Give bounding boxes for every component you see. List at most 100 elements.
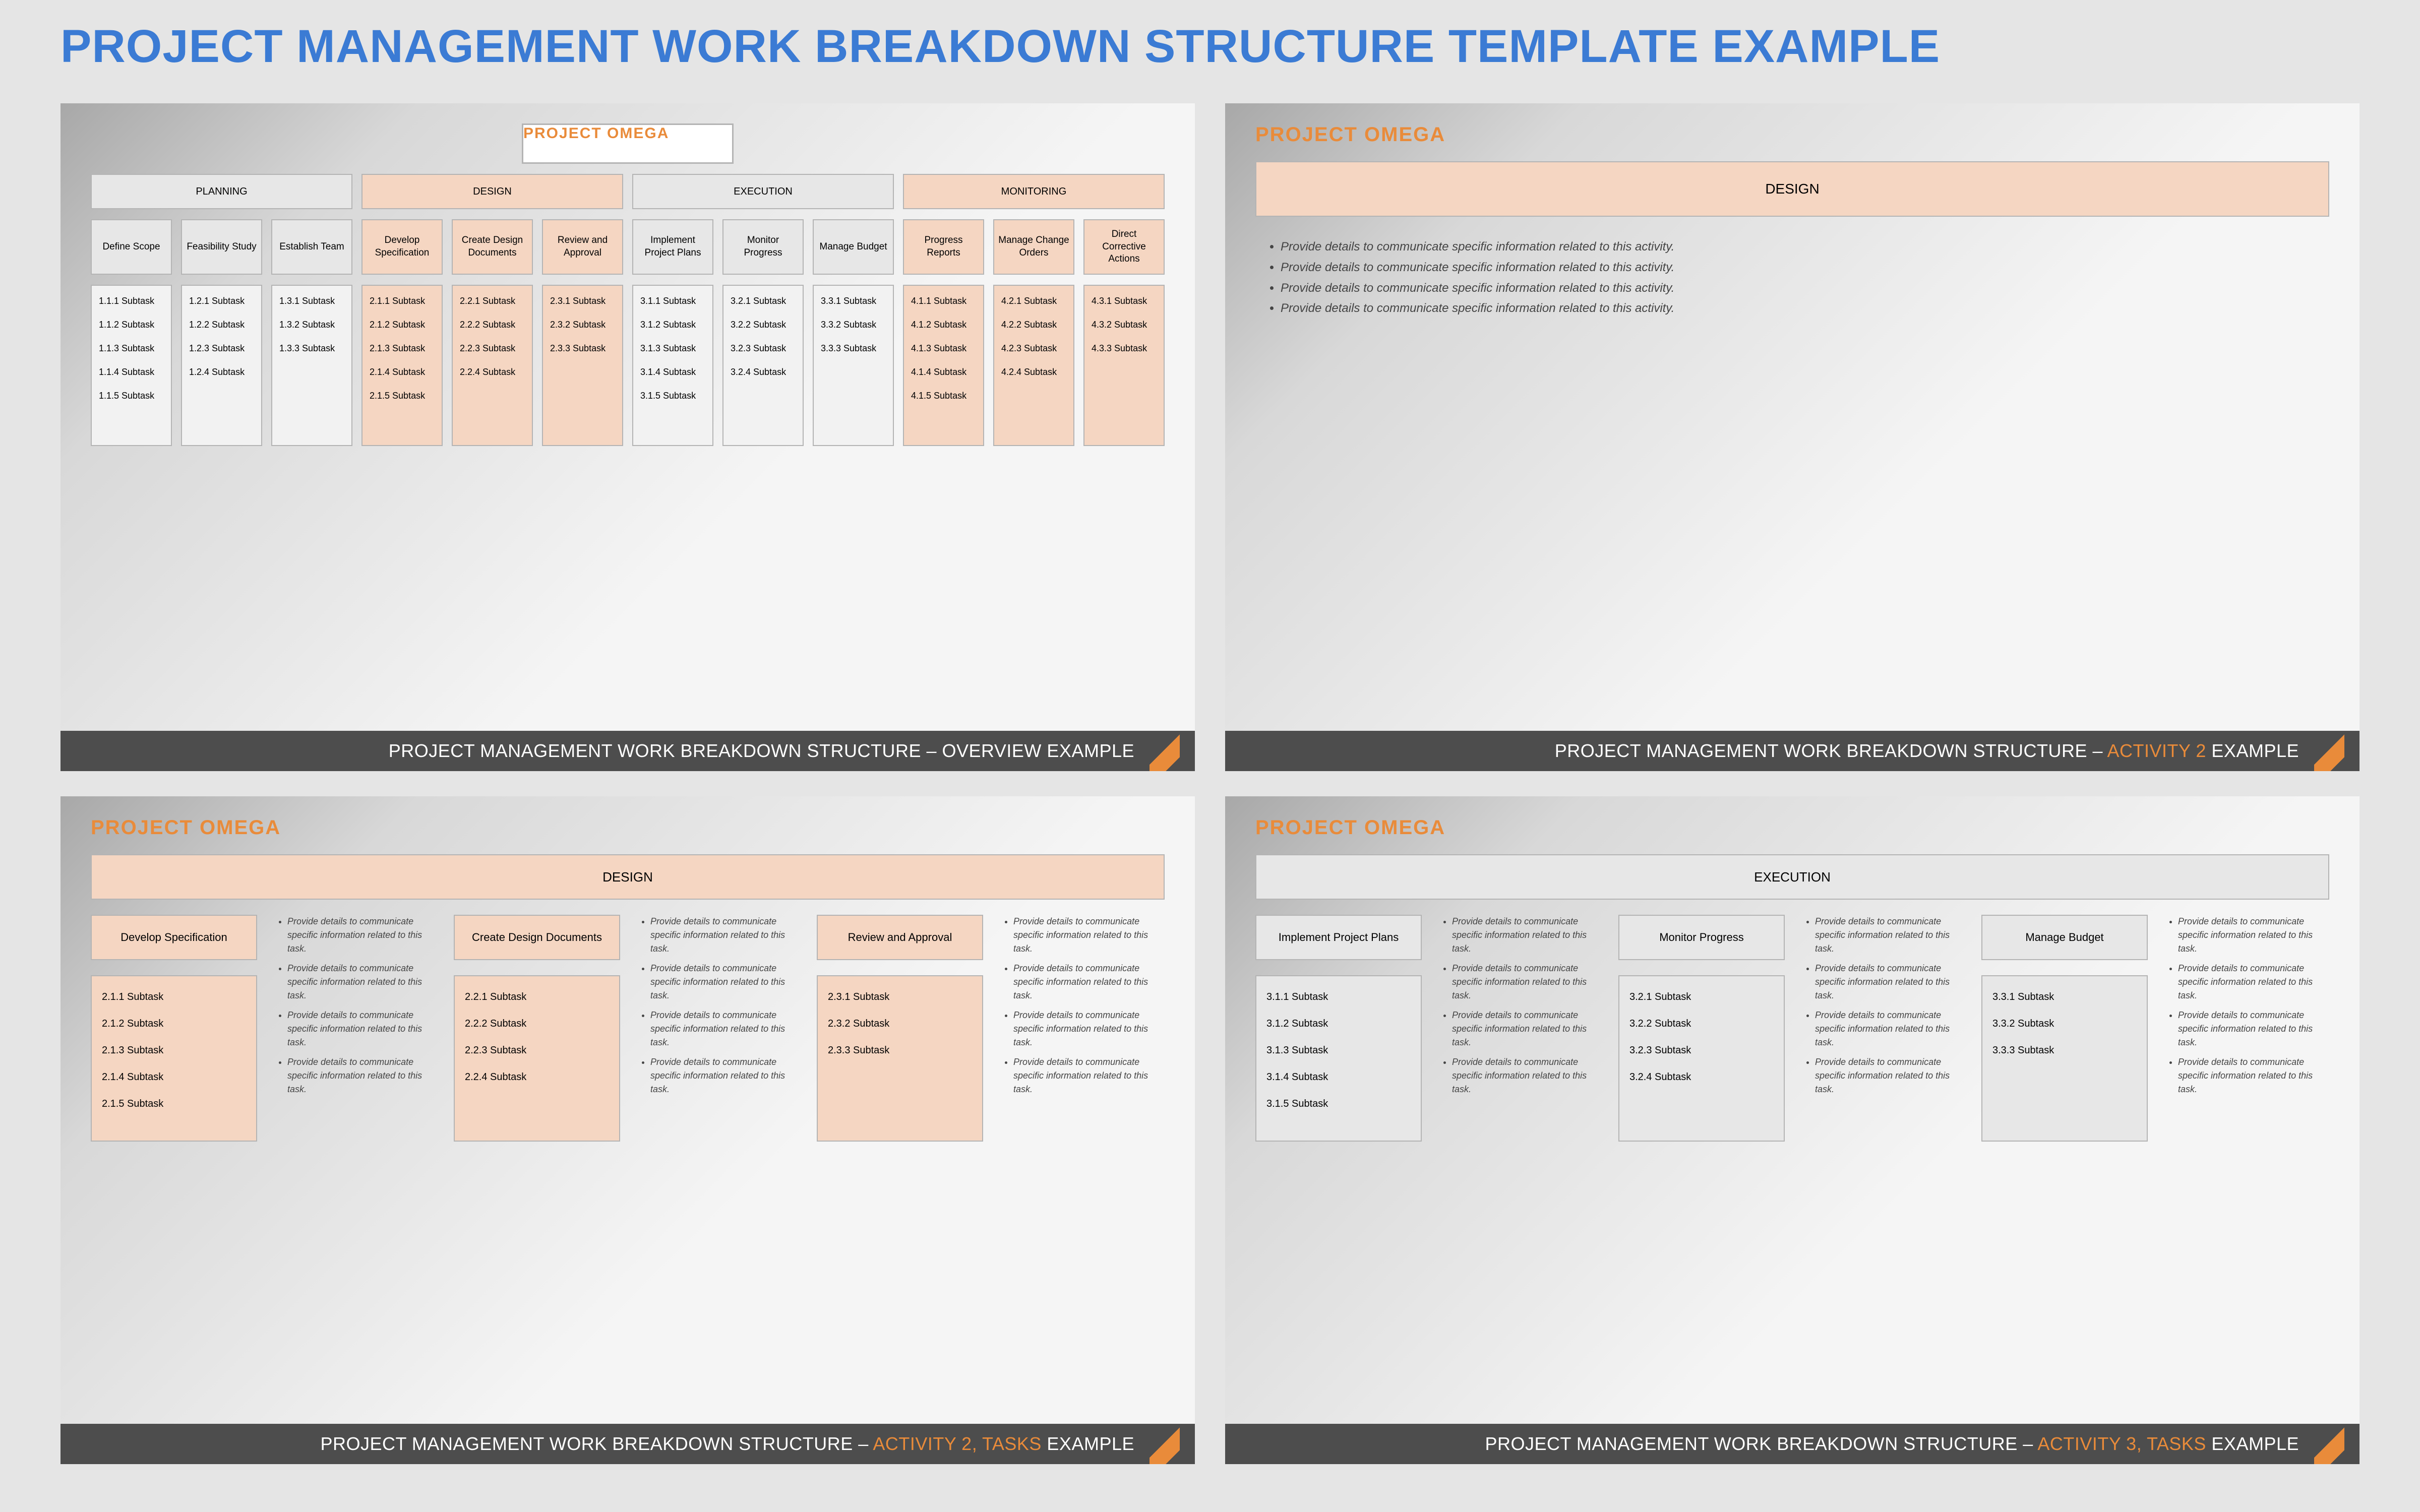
subtask-item: 2.2.2 Subtask: [457, 320, 515, 330]
subtask-item: 4.3.3 Subtask: [1088, 343, 1147, 354]
task-box: Develop Specification: [361, 219, 443, 275]
subtask-column: 4.2.1 Subtask4.2.2 Subtask4.2.3 Subtask4…: [993, 285, 1074, 446]
detail-bullet: Provide details to communicate specific …: [650, 962, 802, 1002]
subtask-box: 2.2.1 Subtask2.2.2 Subtask2.2.3 Subtask2…: [454, 975, 620, 1142]
subtask-item: 3.1.2 Subtask: [1266, 1018, 1328, 1030]
detail-bullet: Provide details to communicate specific …: [1452, 915, 1603, 956]
subtask-item: 3.2.1 Subtask: [1629, 991, 1691, 1003]
subtask-item: 2.2.1 Subtask: [465, 991, 526, 1003]
task-details: Provide details to communicate specific …: [1800, 915, 1966, 1142]
subtask-column: 3.2.1 Subtask3.2.2 Subtask3.2.3 Subtask3…: [722, 285, 804, 446]
subtask-item: 1.2.2 Subtask: [186, 320, 245, 330]
footer-text: PROJECT MANAGEMENT WORK BREAKDOWN STRUCT…: [389, 740, 1134, 762]
subtask-box: 3.3.1 Subtask3.3.2 Subtask3.3.3 Subtask: [1981, 975, 2148, 1142]
subtask-item: 4.2.2 Subtask: [998, 320, 1057, 330]
subtask-item: 4.3.2 Subtask: [1088, 320, 1147, 330]
subtask-box: 2.3.1 Subtask2.3.2 Subtask2.3.3 Subtask: [817, 975, 983, 1142]
subtask-item: 3.2.2 Subtask: [728, 320, 786, 330]
detail-bullet: Provide details to communicate specific …: [650, 1055, 802, 1096]
subtask-item: 3.3.3 Subtask: [818, 343, 876, 354]
slide-activity3-tasks: PROJECT OMEGA EXECUTION Implement Projec…: [1225, 796, 2360, 1464]
activity-bar: DESIGN: [91, 854, 1165, 900]
task-box: Manage Budget: [1981, 915, 2148, 960]
subtask-item: 2.2.2 Subtask: [465, 1018, 526, 1030]
subtask-item: 1.1.2 Subtask: [96, 320, 154, 330]
detail-bullet: Provide details to communicate specific …: [2178, 1055, 2329, 1096]
subtask-item: 2.3.3 Subtask: [828, 1045, 889, 1056]
subtask-item: 4.2.4 Subtask: [998, 367, 1057, 377]
footer-text: PROJECT MANAGEMENT WORK BREAKDOWN STRUCT…: [1485, 1433, 2299, 1455]
subtask-column: 3.3.1 Subtask3.3.2 Subtask3.3.3 Subtask: [813, 285, 894, 446]
subtask-item: 2.1.4 Subtask: [367, 367, 425, 377]
slide-footer: PROJECT MANAGEMENT WORK BREAKDOWN STRUCT…: [1225, 1424, 2360, 1464]
subtask-item: 2.1.1 Subtask: [102, 991, 163, 1003]
task-box: Progress Reports: [903, 219, 984, 275]
slide-title: PROJECT OMEGA: [1255, 816, 2329, 839]
subtask-item: 4.2.1 Subtask: [998, 296, 1057, 306]
subtask-item: 2.1.3 Subtask: [367, 343, 425, 354]
subtask-item: 4.1.4 Subtask: [908, 367, 966, 377]
detail-bullet: Provide details to communicate specific …: [2178, 915, 2329, 956]
detail-bullet: Provide details to communicate specific …: [2178, 962, 2329, 1002]
subtask-item: 3.1.5 Subtask: [1266, 1098, 1328, 1110]
detail-bullet: Provide details to communicate specific …: [1013, 1009, 1165, 1049]
subtask-item: 2.3.1 Subtask: [547, 296, 606, 306]
activity-details: Provide details to communicate specific …: [1255, 237, 2329, 319]
subtask-column: 1.1.1 Subtask1.1.2 Subtask1.1.3 Subtask1…: [91, 285, 172, 446]
subtask-item: 4.3.1 Subtask: [1088, 296, 1147, 306]
detail-bullet: Provide details to communicate specific …: [1013, 915, 1165, 956]
detail-bullet: Provide details to communicate specific …: [1815, 915, 1966, 956]
detail-bullet: Provide details to communicate specific …: [1815, 962, 1966, 1002]
subtask-item: 3.3.2 Subtask: [818, 320, 876, 330]
task-box: Develop Specification: [91, 915, 257, 960]
task-details: Provide details to communicate specific …: [998, 915, 1165, 1142]
task-box: Direct Corrective Actions: [1083, 219, 1165, 275]
slide-overview: PROJECT OMEGAPLANNINGDESIGNEXECUTIONMONI…: [60, 103, 1195, 771]
slides-grid: PROJECT OMEGAPLANNINGDESIGNEXECUTIONMONI…: [60, 103, 2360, 1464]
subtask-item: 3.2.2 Subtask: [1629, 1018, 1691, 1030]
subtask-item: 1.1.4 Subtask: [96, 367, 154, 377]
subtask-column: 2.2.1 Subtask2.2.2 Subtask2.2.3 Subtask2…: [452, 285, 533, 446]
detail-bullet: Provide details to communicate specific …: [1013, 1055, 1165, 1096]
detail-bullet: Provide details to communicate specific …: [1281, 237, 2329, 258]
subtask-item: 2.1.4 Subtask: [102, 1072, 163, 1083]
subtask-item: 2.3.2 Subtask: [547, 320, 606, 330]
subtask-item: 2.1.5 Subtask: [367, 391, 425, 401]
subtask-item: 3.1.4 Subtask: [637, 367, 696, 377]
subtask-item: 1.1.5 Subtask: [96, 391, 154, 401]
subtask-item: 2.2.3 Subtask: [465, 1045, 526, 1056]
detail-bullet: Provide details to communicate specific …: [650, 1009, 802, 1049]
subtask-column: 4.3.1 Subtask 4.3.2 Subtask 4.3.3 Subtask: [1083, 285, 1165, 446]
detail-bullet: Provide details to communicate specific …: [287, 915, 439, 956]
detail-bullet: Provide details to communicate specific …: [1815, 1055, 1966, 1096]
subtask-item: 3.3.2 Subtask: [1992, 1018, 2054, 1030]
task-details: Provide details to communicate specific …: [1437, 915, 1603, 1142]
subtask-item: 2.1.5 Subtask: [102, 1098, 163, 1110]
subtask-item: 2.2.4 Subtask: [457, 367, 515, 377]
task-box: Implement Project Plans: [1255, 915, 1422, 960]
subtask-column: 2.3.1 Subtask2.3.2 Subtask2.3.3 Subtask: [542, 285, 623, 446]
slide-activity2: PROJECT OMEGA DESIGN Provide details to …: [1225, 103, 2360, 771]
slide-title: PROJECT OMEGA: [1255, 123, 2329, 146]
slide-title: PROJECT OMEGA: [91, 816, 1165, 839]
subtask-item: 2.3.2 Subtask: [828, 1018, 889, 1030]
activity-bar: EXECUTION: [1255, 854, 2329, 900]
subtask-column: 1.2.1 Subtask1.2.2 Subtask1.2.3 Subtask1…: [181, 285, 262, 446]
subtask-item: 1.2.3 Subtask: [186, 343, 245, 354]
subtask-item: 3.3.3 Subtask: [1992, 1045, 2054, 1056]
detail-bullet: Provide details to communicate specific …: [1281, 258, 2329, 278]
detail-bullet: Provide details to communicate specific …: [1281, 298, 2329, 319]
subtask-box: 2.1.1 Subtask2.1.2 Subtask2.1.3 Subtask2…: [91, 975, 257, 1142]
subtask-box: 3.1.1 Subtask3.1.2 Subtask3.1.3 Subtask3…: [1255, 975, 1422, 1142]
phase-box: DESIGN: [361, 174, 623, 209]
task-box: Feasibility Study: [181, 219, 262, 275]
detail-bullet: Provide details to communicate specific …: [1452, 1055, 1603, 1096]
wbs-root: PROJECT OMEGA: [522, 123, 734, 164]
task-box: Monitor Progress: [1618, 915, 1785, 960]
task-box: Establish Team: [271, 219, 352, 275]
task-box: Create Design Documents: [452, 219, 533, 275]
subtask-item: 1.3.1 Subtask: [276, 296, 335, 306]
task-details: Provide details to communicate specific …: [635, 915, 802, 1142]
slide-footer: PROJECT MANAGEMENT WORK BREAKDOWN STRUCT…: [60, 1424, 1195, 1464]
task-box: Review and Approval: [817, 915, 983, 960]
